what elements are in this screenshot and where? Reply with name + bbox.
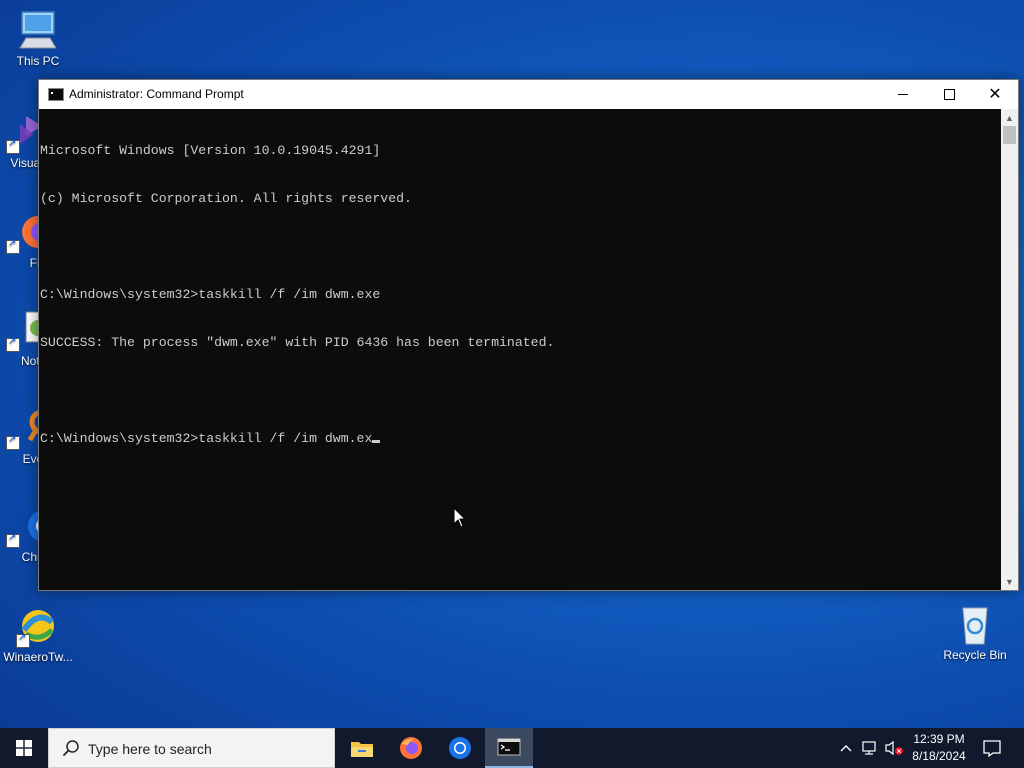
- command-prompt-icon: [497, 738, 521, 756]
- firefox-icon: [400, 737, 422, 759]
- volume-muted-icon[interactable]: [884, 738, 904, 758]
- close-button[interactable]: ✕: [972, 80, 1018, 109]
- command-prompt-icon: [48, 88, 64, 101]
- shortcut-arrow-icon: [16, 632, 30, 648]
- console-line: (c) Microsoft Corporation. All rights re…: [40, 191, 412, 206]
- winaero-tweaker-icon: [16, 604, 60, 648]
- desktop-icon-this-pc[interactable]: This PC: [0, 8, 76, 68]
- taskbar-chrome[interactable]: [436, 728, 484, 768]
- desktop-icon-label: Recycle Bin: [943, 648, 1007, 662]
- close-icon: ✕: [988, 85, 1002, 103]
- mouse-pointer-icon: [453, 506, 467, 534]
- recycle-bin-icon: [953, 602, 997, 646]
- scroll-down-button[interactable]: ▼: [1001, 573, 1018, 590]
- minimize-button[interactable]: [880, 80, 926, 109]
- text-cursor: [372, 440, 381, 443]
- taskbar-search-box[interactable]: Type here to search: [48, 728, 335, 768]
- vertical-scrollbar[interactable]: ▲ ▼: [1001, 109, 1018, 590]
- console-input-line[interactable]: C:\Windows\system32>taskkill /f /im dwm.…: [40, 431, 1000, 447]
- windows-logo-icon: [16, 740, 32, 756]
- clock-time: 12:39 PM: [913, 732, 965, 746]
- desktop-icon-winaero-tweaker[interactable]: WinaeroTw...: [0, 604, 76, 664]
- desktop-icon-recycle-bin[interactable]: Recycle Bin: [937, 602, 1013, 662]
- console-line: C:\Windows\system32>taskkill /f /im dwm.…: [40, 287, 381, 302]
- shortcut-arrow-icon: [6, 138, 20, 154]
- window-titlebar[interactable]: Administrator: Command Prompt ✕: [39, 80, 1018, 109]
- taskbar-file-explorer[interactable]: [338, 728, 386, 768]
- search-icon: [62, 740, 79, 757]
- computer-icon: [16, 8, 60, 52]
- taskbar: Type here to search 12:39 PM 8/18/2024: [0, 728, 1024, 768]
- console-output[interactable]: Microsoft Windows [Version 10.0.19045.42…: [39, 109, 1001, 590]
- file-explorer-icon: [351, 742, 373, 757]
- clock-date: 8/18/2024: [912, 749, 966, 763]
- minimize-icon: [898, 94, 908, 95]
- shortcut-arrow-icon: [6, 434, 20, 450]
- console-line: SUCCESS: The process "dwm.exe" with PID …: [40, 335, 555, 350]
- taskbar-firefox[interactable]: [387, 728, 435, 768]
- shortcut-arrow-icon: [6, 336, 20, 352]
- command-prompt-window[interactable]: Administrator: Command Prompt ✕ Microsof…: [38, 79, 1019, 591]
- network-icon[interactable]: [860, 738, 880, 758]
- taskbar-clock[interactable]: 12:39 PM 8/18/2024: [904, 731, 974, 765]
- console-input-text[interactable]: C:\Windows\system32>taskkill /f /im dwm.…: [40, 431, 372, 446]
- desktop-icon-label: This PC: [16, 54, 60, 68]
- scrollbar-thumb[interactable]: [1003, 126, 1016, 144]
- show-hidden-icons-chevron-icon[interactable]: [836, 738, 856, 758]
- shortcut-arrow-icon: [6, 532, 20, 548]
- desktop-icon-label: WinaeroTw...: [3, 650, 73, 664]
- shortcut-arrow-icon: [6, 238, 20, 254]
- search-placeholder: Type here to search: [88, 741, 212, 757]
- console-line: Microsoft Windows [Version 10.0.19045.42…: [40, 143, 381, 158]
- notification-icon: [983, 740, 1001, 758]
- maximize-button[interactable]: [926, 80, 972, 109]
- action-center-button[interactable]: [980, 736, 1004, 760]
- start-button[interactable]: [0, 728, 48, 768]
- chrome-icon: [449, 737, 471, 759]
- window-title: Administrator: Command Prompt: [69, 87, 244, 101]
- scroll-up-button[interactable]: ▲: [1001, 109, 1018, 126]
- taskbar-command-prompt[interactable]: [485, 728, 533, 768]
- maximize-icon: [943, 89, 955, 100]
